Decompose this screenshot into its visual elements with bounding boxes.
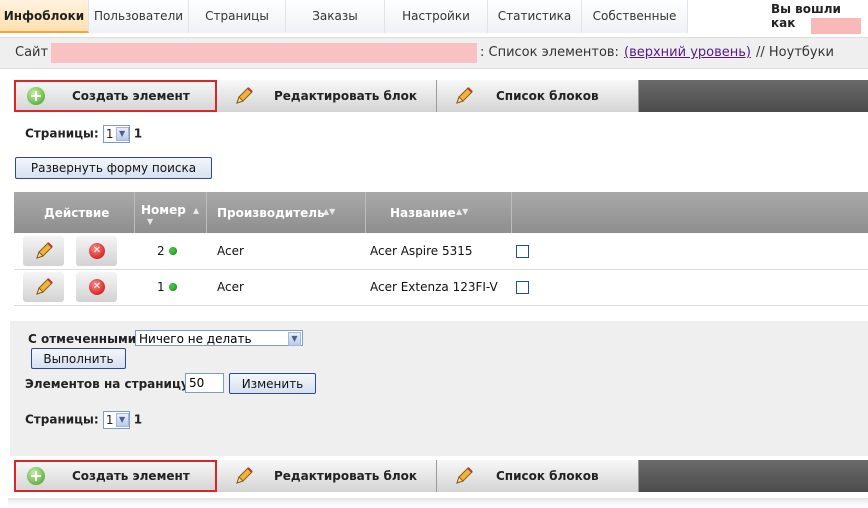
breadcrumb-current-section: // Ноутбуки <box>756 45 834 60</box>
bottom-shadow <box>8 498 868 506</box>
status-dot-icon <box>168 283 177 291</box>
pencil-icon <box>236 87 253 104</box>
breadcrumb: Сайт : Список элементов: (верхний уровен… <box>0 37 868 69</box>
page-select[interactable]: 1 ▼ <box>102 411 130 429</box>
pager-total: 1 <box>133 412 143 427</box>
plus-circle-icon <box>27 467 45 485</box>
tab-orders[interactable]: Заказы <box>286 0 385 33</box>
tab-statistics[interactable]: Статистика <box>488 0 582 33</box>
pencil-icon <box>36 278 53 295</box>
list-footer: С отмеченными: Ничего не делать ▼ Выполн… <box>10 321 868 456</box>
row-name: Acer Extenza 123FI-V <box>370 280 498 294</box>
page-select[interactable]: 1 ▼ <box>102 125 130 143</box>
page-select-value: 1 <box>105 127 114 141</box>
pager-label: Страницы: <box>25 126 99 141</box>
create-element-button[interactable]: Создать элемент <box>14 80 217 112</box>
delete-icon: ✕ <box>89 279 105 295</box>
pager-top: Страницы: 1 ▼ 1 <box>25 125 142 143</box>
row-number-value: 1 <box>157 280 165 294</box>
edit-row-button[interactable] <box>23 272 64 302</box>
breadcrumb-site-name-redacted <box>51 43 477 63</box>
with-selected-label: С отмеченными: <box>28 332 141 346</box>
pencil-icon <box>236 467 253 484</box>
top-tabs: Инфоблоки Пользователи Страницы Заказы Н… <box>0 0 868 35</box>
sort-desc-icon: ▼ <box>147 217 154 226</box>
tab-infoblocks[interactable]: Инфоблоки <box>0 0 89 33</box>
bottom-toolbar: Создать элемент Редактировать блок Списо… <box>14 460 868 492</box>
with-selected-value: Ничего не делать <box>139 332 252 346</box>
tab-custom[interactable]: Собственные <box>582 0 688 33</box>
chevron-down-icon: ▼ <box>115 127 129 141</box>
row-number-value: 2 <box>157 244 165 258</box>
row-select-checkbox[interactable] <box>516 245 529 258</box>
pencil-icon <box>456 87 473 104</box>
tab-pages[interactable]: Страницы <box>189 0 286 33</box>
block-list-button[interactable]: Список блоков <box>437 460 639 492</box>
pager-total: 1 <box>133 126 143 141</box>
column-header-manufacturer[interactable]: Производитель ▲▼ <box>207 192 366 233</box>
tab-settings[interactable]: Настройки <box>385 0 488 33</box>
delete-row-button[interactable]: ✕ <box>76 272 117 302</box>
table-row: ✕ 2 Acer Acer Aspire 5315 <box>14 234 868 270</box>
table-row: ✕ 1 Acer Acer Extenza 123FI-V <box>14 270 868 306</box>
sort-asc-icon: ▲ <box>193 206 200 215</box>
edit-block-button[interactable]: Редактировать блок <box>217 460 437 492</box>
block-list-button[interactable]: Список блоков <box>437 80 639 112</box>
column-header-action: Действие <box>14 192 135 233</box>
row-name: Acer Aspire 5315 <box>370 244 473 258</box>
column-header-name[interactable]: Название ▲▼ <box>366 192 512 233</box>
per-page-label: Элементов на страницу: <box>25 377 194 391</box>
plus-circle-icon <box>27 87 45 105</box>
edit-row-button[interactable] <box>23 236 64 266</box>
block-list-label: Список блоков <box>496 89 599 103</box>
pager-bottom: Страницы: 1 ▼ 1 <box>25 411 142 429</box>
column-header-name-label: Название <box>390 206 456 220</box>
chevron-down-icon: ▼ <box>288 332 301 346</box>
execute-button[interactable]: Выполнить <box>31 348 126 369</box>
sort-icon: ▲▼ <box>323 207 336 216</box>
row-number: 1 <box>157 280 177 294</box>
edit-block-label: Редактировать блок <box>274 89 418 103</box>
row-select-checkbox[interactable] <box>516 281 529 294</box>
row-manufacturer: Acer <box>217 280 244 294</box>
page-select-value: 1 <box>105 413 114 427</box>
delete-row-button[interactable]: ✕ <box>76 236 117 266</box>
breadcrumb-site-label: Сайт <box>15 45 49 60</box>
table-header: Действие Номер ▲ ▼ Производитель ▲▼ Назв… <box>14 192 868 233</box>
per-page-input[interactable]: 50 <box>185 373 224 393</box>
delete-icon: ✕ <box>89 243 105 259</box>
row-number: 2 <box>157 244 177 258</box>
column-header-manufacturer-label: Производитель <box>217 206 325 220</box>
pager-label: Страницы: <box>25 412 99 427</box>
expand-search-form-button[interactable]: Развернуть форму поиска <box>15 157 212 179</box>
tab-row: Инфоблоки Пользователи Страницы Заказы Н… <box>0 0 688 33</box>
change-per-page-button[interactable]: Изменить <box>229 373 316 394</box>
tab-users[interactable]: Пользователи <box>89 0 189 33</box>
edit-block-button[interactable]: Редактировать блок <box>217 80 437 112</box>
row-manufacturer: Acer <box>217 244 244 258</box>
block-list-label: Список блоков <box>496 469 599 483</box>
column-header-number-label: Номер <box>141 203 186 217</box>
create-element-label: Создать элемент <box>72 89 190 103</box>
breadcrumb-top-level-link[interactable]: (верхний уровень) <box>624 45 751 60</box>
column-header-number[interactable]: Номер ▲ ▼ <box>135 192 207 233</box>
pencil-icon <box>456 467 473 484</box>
top-toolbar: Создать элемент Редактировать блок Списо… <box>14 80 868 112</box>
sort-icon: ▲▼ <box>456 207 469 216</box>
pencil-icon <box>36 242 53 259</box>
column-header-action-label: Действие <box>44 206 110 220</box>
create-element-label: Создать элемент <box>72 469 190 483</box>
breadcrumb-list-label: : Список элементов: <box>480 45 619 60</box>
with-selected-select[interactable]: Ничего не делать ▼ <box>135 330 303 346</box>
status-dot-icon <box>168 247 177 255</box>
edit-block-label: Редактировать блок <box>274 469 418 483</box>
login-username-redacted <box>811 18 861 34</box>
chevron-down-icon: ▼ <box>115 413 129 427</box>
create-element-button[interactable]: Создать элемент <box>14 460 217 492</box>
